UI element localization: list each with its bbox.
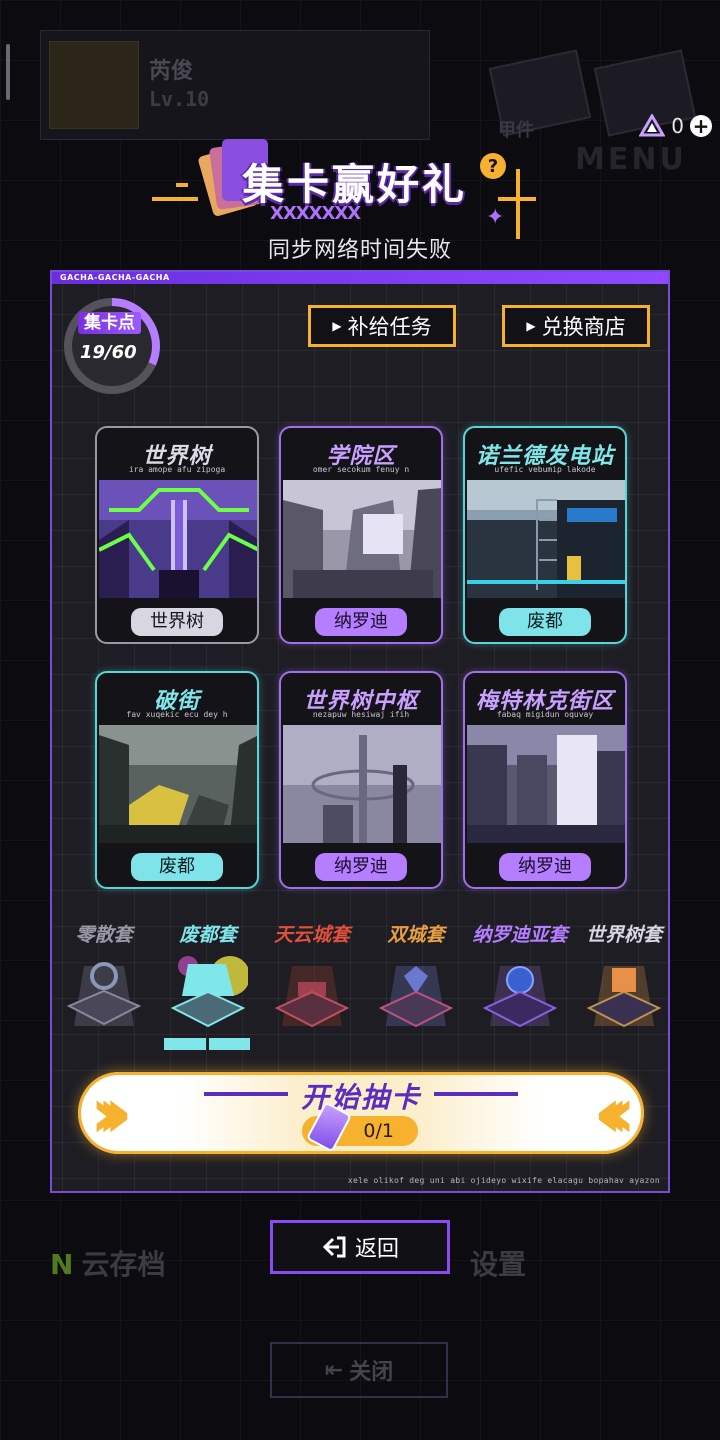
pack-selected-indicator (164, 1038, 250, 1050)
supply-mission-button[interactable]: ▶ 补给任务 (308, 305, 456, 347)
pack-art-twin-city (378, 966, 454, 1028)
pack-name: 天云城套 (273, 924, 350, 946)
background-profile-name: 芮俊 (149, 59, 194, 84)
card-subtitle: ufefic vebumip lakode (494, 465, 596, 474)
card-art-world-tree (99, 480, 257, 598)
pack-art-world-tree (586, 966, 662, 1028)
card-subtitle: omer secokum fenuy n (312, 465, 410, 474)
background-avatar (49, 41, 139, 129)
exchange-shop-button[interactable]: ▶ 兑换商店 (502, 305, 650, 347)
side-handle[interactable] (6, 44, 10, 100)
play-triangle-icon: ▶ (332, 319, 342, 333)
title-decoration (176, 183, 188, 187)
card-badge: 纳罗迪亚 (499, 853, 591, 887)
start-draw-label: 开始抽卡 (300, 1081, 421, 1114)
exit-icon (322, 1236, 346, 1258)
supply-mission-label: 补给任务 (347, 315, 432, 339)
card-art-maeterlinck-district (467, 725, 625, 843)
card-badge: 纳罗迪亚 (315, 608, 407, 642)
card-art-academy (283, 480, 441, 598)
gacha-panel: GACHA-GACHA-GACHA 集卡点 19/60 ▶ 补给任务 ▶ 兑换商… (50, 270, 670, 1193)
pack-twin-city[interactable]: 双城套 (364, 920, 468, 1060)
location-card-world-tree-hub[interactable]: 世界树中枢 nezapuw hesiwaj ifih 纳罗迪亚 (279, 671, 443, 889)
panel-header: GACHA-GACHA-GACHA (52, 272, 668, 284)
background-cloud-save: N 云存档 (50, 1243, 165, 1283)
background-profile-card: 芮俊 Lv.10 (40, 30, 430, 140)
back-button[interactable]: 返回 (270, 1220, 450, 1274)
background-setting: 设置 (470, 1248, 527, 1281)
location-card-broken-street[interactable]: 破街 fav xuqekic ecu dey h 废都 (95, 671, 259, 889)
title-chevron-decoration: XXXXXXX (270, 203, 361, 224)
pack-name: 世界树套 (585, 924, 662, 946)
pack-ruined-city[interactable]: 废都套 (156, 920, 260, 1060)
card-subtitle: ira amope afu zipoga (128, 465, 226, 474)
background-close-button: ⇤ 关闭 (270, 1342, 448, 1398)
pack-sky-city[interactable]: 天云城套 (260, 920, 364, 1060)
currency-value: 0 (671, 114, 684, 138)
card-subtitle: fav xuqekic ecu dey h (126, 710, 228, 719)
card-art-world-tree-hub (283, 725, 441, 843)
title-decoration (152, 197, 198, 201)
pack-name: 双城套 (387, 924, 445, 946)
cloud-save-icon: N (50, 1248, 74, 1281)
card-points-label: 集卡点 (78, 312, 141, 334)
pack-art-narodia (482, 966, 558, 1028)
help-icon[interactable]: ? (480, 153, 506, 179)
pack-narodia[interactable]: 纳罗迪亚套 (468, 920, 572, 1060)
exit-icon: ⇤ (324, 1357, 344, 1383)
pack-name: 废都套 (179, 924, 237, 946)
location-card-maeterlinck-district[interactable]: 梅特林克街区 fabaq migidun oquvay 纳罗迪亚 (463, 671, 627, 889)
panel-footer-text: xele olikof deg uni abi ojideyo wixife e… (347, 1176, 660, 1185)
title-decoration (516, 169, 520, 239)
card-art-broken-street (99, 725, 257, 843)
add-currency-button[interactable]: + (690, 115, 712, 137)
pack-art-ruined-city (170, 956, 248, 1028)
card-points-value: 19/60 (80, 342, 137, 363)
card-badge: 废都 (499, 608, 591, 636)
background-menu-word: MENU (575, 142, 687, 177)
back-label: 返回 (354, 1237, 399, 1262)
play-triangle-icon: ▶ (526, 319, 536, 333)
pack-scattered[interactable]: 零散套 (52, 920, 156, 1060)
card-art-power-station (467, 480, 625, 598)
card-points-inner: 集卡点 19/60 (72, 306, 152, 386)
location-card-power-station[interactable]: 诺兰德发电站 ufefic vebumip lakode 废都 (463, 426, 627, 644)
background-profile-level: Lv.10 (149, 87, 210, 111)
location-card-world-tree[interactable]: 世界树 ira amope afu zipoga 世界树 (95, 426, 259, 644)
pack-name: 零散套 (75, 924, 133, 946)
pack-art-gear (66, 962, 142, 1026)
card-points-ring: 集卡点 19/60 (64, 298, 160, 394)
exchange-shop-label: 兑换商店 (541, 315, 626, 339)
location-card-academy[interactable]: 学院区 omer secokum fenuy n 纳罗迪亚 (279, 426, 443, 644)
start-draw-button[interactable]: ››› ‹‹‹ 开始抽卡 0/1 (78, 1072, 644, 1154)
background-close-label: 关闭 (349, 1360, 394, 1385)
sparkle-icon: ✦ (486, 205, 505, 230)
pack-name: 纳罗迪亚套 (472, 924, 568, 946)
card-badge: 世界树 (131, 608, 223, 636)
pack-art-sky-city (274, 966, 350, 1028)
sync-status-text: 同步网络时间失败 (267, 238, 452, 263)
gem-icon (639, 114, 666, 137)
card-subtitle: nezapuw hesiwaj ifih (312, 710, 410, 719)
card-badge: 纳罗迪亚 (315, 853, 407, 887)
pack-world-tree[interactable]: 世界树套 (572, 920, 676, 1060)
currency-display: 0 + (639, 114, 712, 138)
card-badge: 废都 (131, 853, 223, 881)
card-subtitle: fabaq migidun oquvay (496, 710, 594, 719)
background-cloud-save-label: 云存档 (81, 1248, 166, 1281)
